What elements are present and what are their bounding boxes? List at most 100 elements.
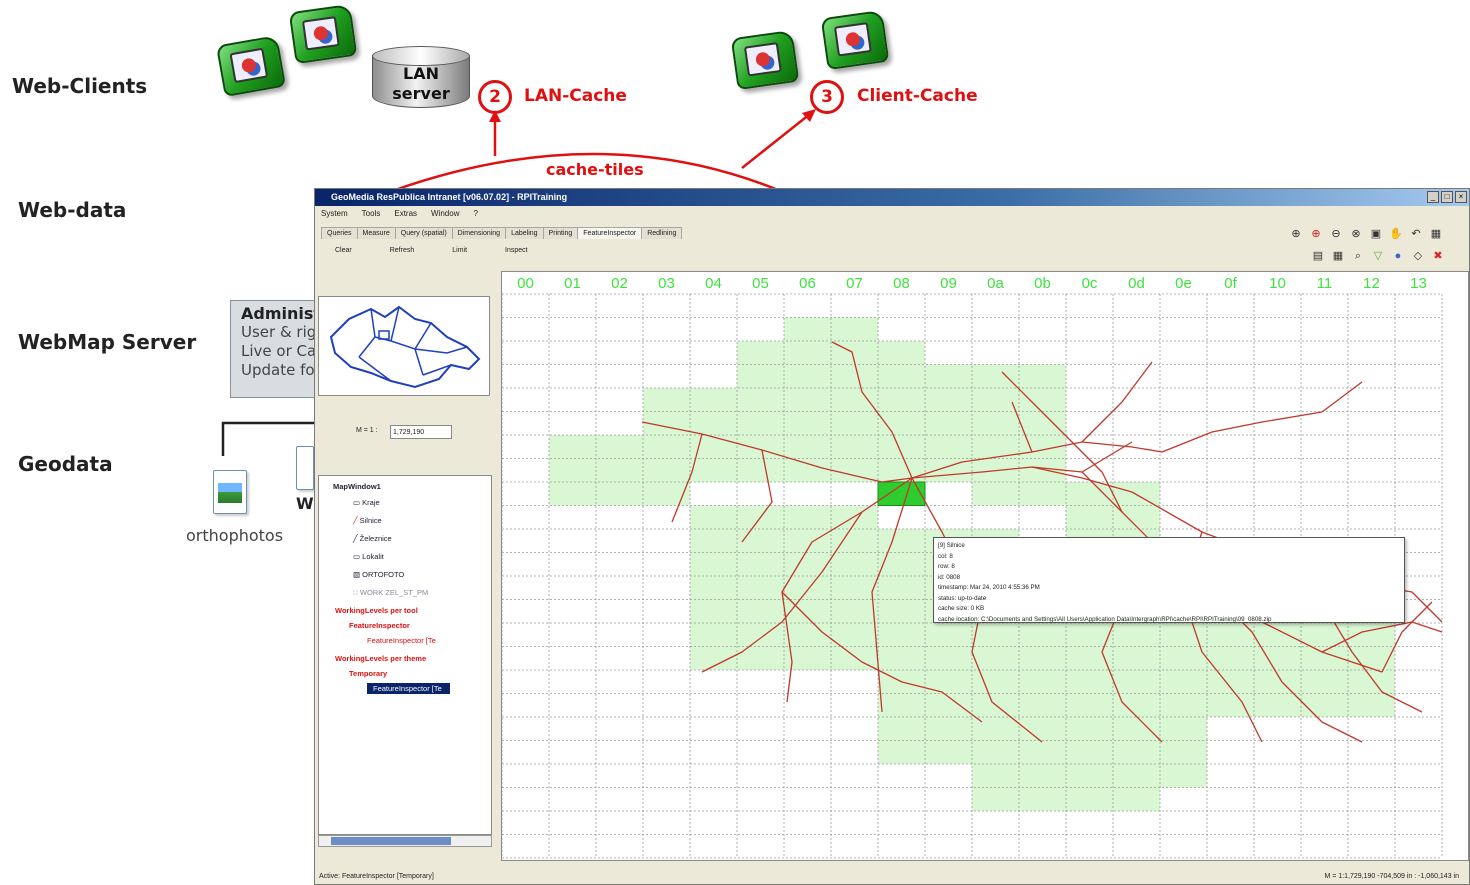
overview-map[interactable] (318, 296, 490, 396)
grid-column-label: 03 (658, 275, 675, 292)
grid-column-label: 11 (1317, 275, 1333, 292)
legend-group-per-tool[interactable]: WorkingLevels per tool (335, 606, 418, 615)
grid-column-label: 0c (1082, 275, 1098, 292)
close-window-button[interactable]: × (1455, 191, 1467, 203)
menu-help[interactable]: ? (473, 206, 477, 222)
legend-layer-item[interactable]: FeatureInspector [Te (367, 636, 436, 645)
maximize-button[interactable]: □ (1441, 191, 1453, 203)
scale-input[interactable]: 1,729,190 (390, 425, 452, 439)
tab-queries[interactable]: Queries (321, 227, 358, 239)
scale-control: M = 1 : 1,729,190 (318, 425, 490, 441)
tab-redlining[interactable]: Redlining (641, 227, 683, 239)
file-icon (296, 446, 314, 490)
legend-layer-item[interactable]: ▧ ORTOFOTO (353, 570, 404, 579)
back-icon[interactable]: ↶ (1409, 227, 1423, 241)
pan-icon[interactable]: ✋ (1389, 227, 1403, 241)
layer-legend-panel: MapWindow1 ▭ Kraje ╱ Silnice ╱ Železnice… (318, 475, 492, 835)
tab-measure[interactable]: Measure (356, 227, 396, 239)
tooltip-line: id: 0808 (938, 573, 961, 581)
grid-column-label: 0b (1034, 275, 1051, 292)
cache-tiles-label: cache-tiles (546, 160, 644, 179)
grid-icon[interactable]: ▦ (1429, 227, 1443, 241)
map-toolbar-row2: ▤ ▦ ⌕ ▽ ● ◇ ✖ (1311, 249, 1445, 263)
legend-layer-item[interactable]: ▭ Kraje (353, 498, 380, 507)
globe-icon[interactable]: ● (1391, 249, 1405, 263)
legend-root[interactable]: MapWindow1 (333, 482, 381, 491)
window-controls: _ □ × (1427, 191, 1467, 203)
tooltip-line: [9] Silnice (938, 542, 965, 549)
grid-column-label: 10 (1269, 275, 1286, 292)
overview-region-outline (329, 305, 481, 389)
legend-layer-item[interactable]: ╱ Železnice (353, 534, 392, 543)
road-line (1081, 381, 1363, 453)
limit-button[interactable]: Limit (452, 247, 467, 254)
layers-icon[interactable]: ▤ (1311, 249, 1325, 263)
legend-horizontal-scrollbar[interactable] (318, 835, 492, 847)
legend-group-per-theme[interactable]: WorkingLevels per theme (335, 654, 426, 663)
ribbon-tabs: Queries Measure Query (spatial) Dimensio… (321, 227, 683, 239)
window-title: GeoMedia ResPublica Intranet [v06.07.02]… (331, 192, 568, 202)
clear-button[interactable]: Clear (335, 247, 352, 254)
legend-layer-item[interactable]: ╱ Silnice (353, 516, 382, 525)
filter-icon[interactable]: ▽ (1371, 249, 1385, 263)
tier-label-web-data: Web-data (18, 198, 127, 222)
inspect-button[interactable]: Inspect (505, 247, 528, 254)
legend-group-child[interactable]: FeatureInspector (349, 621, 410, 630)
tooltip-line: cache location: C:\Documents and Setting… (938, 615, 1272, 623)
menu-system[interactable]: System (321, 206, 348, 222)
tab-featureinspector[interactable]: FeatureInspector (577, 227, 643, 239)
grid-column-label: 04 (705, 275, 722, 292)
grid-column-label: 05 (752, 275, 769, 292)
status-active-tool: Active: FeatureInspector [Temporary] (319, 873, 434, 880)
legend-layer-label: Silnice (359, 516, 382, 525)
tab-query-spatial[interactable]: Query (spatial) (394, 227, 453, 239)
admin-box-line: Live or Ca (241, 342, 316, 360)
tab-dimensioning[interactable]: Dimensioning (451, 227, 507, 239)
grid-column-label: 0e (1175, 275, 1192, 292)
grid-column-label: 08 (893, 275, 910, 292)
refresh-button[interactable]: Refresh (390, 247, 415, 254)
cached-tile (784, 317, 878, 341)
select-icon[interactable]: ◇ (1411, 249, 1425, 263)
grid-column-label: 0f (1224, 275, 1237, 292)
application-window: GeoMedia ResPublica Intranet [v06.07.02]… (314, 188, 1470, 885)
zoom-area-icon[interactable]: ⊗ (1349, 227, 1363, 241)
legend-group-child[interactable]: Temporary (349, 669, 387, 678)
legend-layer-item[interactable]: ▭ Lokalit (353, 552, 384, 561)
featureinspector-toolbar: Clear Refresh Limit Inspect (335, 247, 528, 254)
grid-column-label: 0a (987, 275, 1004, 292)
menu-tools[interactable]: Tools (362, 206, 381, 222)
legend-layer-label: WORK ZEL_ST_PM (359, 588, 429, 597)
fit-window-icon[interactable]: ▣ (1369, 227, 1383, 241)
legend-layer-label: ORTOFOTO (362, 570, 405, 579)
tab-printing[interactable]: Printing (542, 227, 579, 239)
tile-info-tooltip: [9] Silnice col: 8 row: 8 id: 0808 times… (933, 537, 1405, 623)
grid-column-label: 06 (799, 275, 816, 292)
legend-layer-item[interactable]: ∷ WORK ZEL_ST_PM (353, 588, 428, 597)
grid-column-label: 0d (1128, 275, 1145, 292)
window-titlebar: GeoMedia ResPublica Intranet [v06.07.02]… (315, 189, 1469, 206)
legend-layer-label: Kraje (362, 498, 380, 507)
search-icon[interactable]: ⌕ (1351, 249, 1365, 263)
legend-selected-item[interactable]: FeatureInspector [Te (367, 683, 450, 694)
admin-box: Administ User & rig Live or Ca Update fo (230, 300, 316, 398)
cache-connection-lines (394, 109, 816, 192)
table-icon[interactable]: ▦ (1331, 249, 1345, 263)
zoom-red-icon[interactable]: ⊕ (1309, 227, 1323, 241)
grid-column-label: 09 (940, 275, 957, 292)
menu-window[interactable]: Window (431, 206, 459, 222)
zoom-in-icon[interactable]: ⊕ (1289, 227, 1303, 241)
zoom-out-icon[interactable]: ⊖ (1329, 227, 1343, 241)
minimize-button[interactable]: _ (1427, 191, 1439, 203)
grid-column-label: 02 (611, 275, 628, 292)
grid-column-label: 07 (846, 275, 863, 292)
tab-labeling[interactable]: Labeling (505, 227, 544, 239)
close-icon[interactable]: ✖ (1431, 249, 1445, 263)
grid-column-label: 00 (517, 275, 534, 292)
status-coordinates: M = 1:1,729,190 -704,509 in : -1,060,143… (1324, 873, 1459, 880)
menu-extras[interactable]: Extras (394, 206, 417, 222)
map-toolbar-row1: ⊕ ⊕ ⊖ ⊗ ▣ ✋ ↶ ▦ (1289, 227, 1443, 241)
scale-label: M = 1 : (356, 427, 378, 434)
tooltip-line: col: 8 (938, 552, 953, 560)
admin-box-line: Update fo (241, 361, 315, 379)
